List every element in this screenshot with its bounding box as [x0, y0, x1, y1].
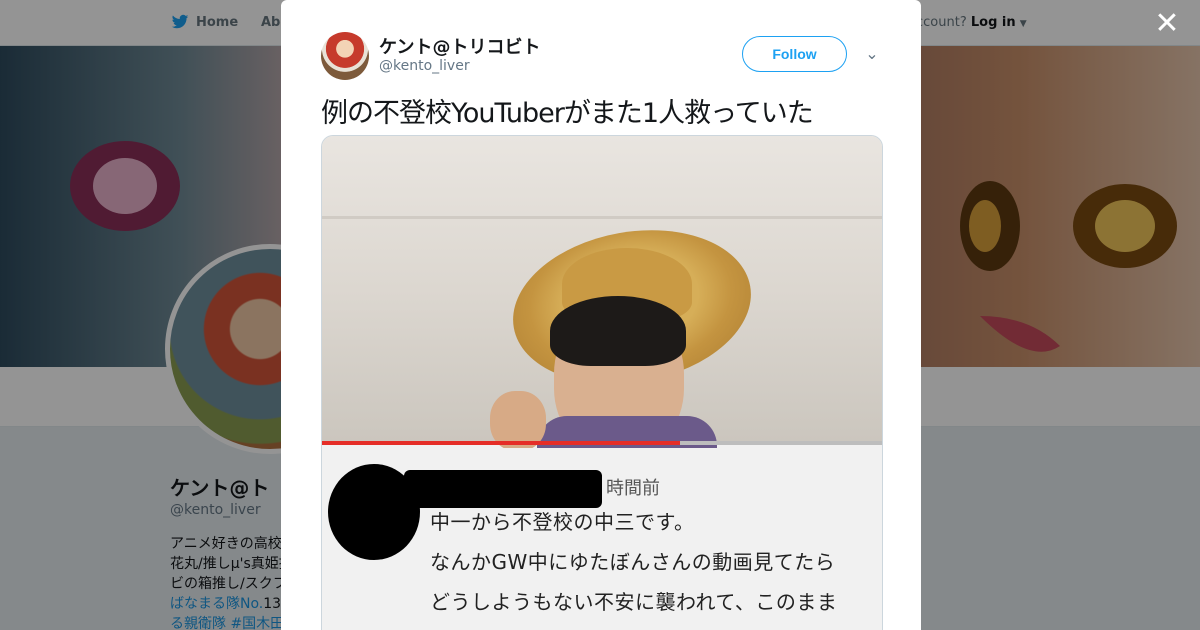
tweet-media[interactable]: 時間前 中一から不登校の中三です。 なんかGW中にゆたぼんさんの動画見てたら ど… [321, 135, 883, 630]
comment-time: 時間前 [606, 478, 660, 499]
close-icon[interactable]: ✕ [1153, 9, 1181, 39]
follow-button[interactable]: Follow [742, 36, 847, 72]
video-progress-fill [322, 441, 681, 445]
redacted-username [404, 470, 602, 508]
tweet-modal: ケント@トリコビト @kento_liver Follow ⌄ 例の不登校You… [281, 0, 921, 630]
comment-line: 中一から不登校の中三です。 [430, 510, 695, 534]
video-progress-track[interactable] [322, 441, 882, 445]
child-hair [550, 296, 686, 366]
author-avatar[interactable] [321, 32, 369, 80]
comment-line: なんかGW中にゆたぼんさんの動画見てたら [430, 550, 836, 574]
tweet-text: 例の不登校YouTuberがまた1人救っていた [321, 98, 814, 129]
comment-line: どうしようもない不安に襲われて、このまま [430, 590, 838, 614]
video-frame[interactable] [322, 136, 882, 456]
wall-line [322, 216, 882, 219]
author-handle[interactable]: @kento_liver [379, 58, 470, 74]
author-name[interactable]: ケント@トリコビト [379, 33, 540, 59]
chevron-down-icon[interactable]: ⌄ [863, 46, 881, 62]
comment-screenshot: 時間前 中一から不登校の中三です。 なんかGW中にゆたぼんさんの動画見てたら ど… [322, 448, 882, 630]
